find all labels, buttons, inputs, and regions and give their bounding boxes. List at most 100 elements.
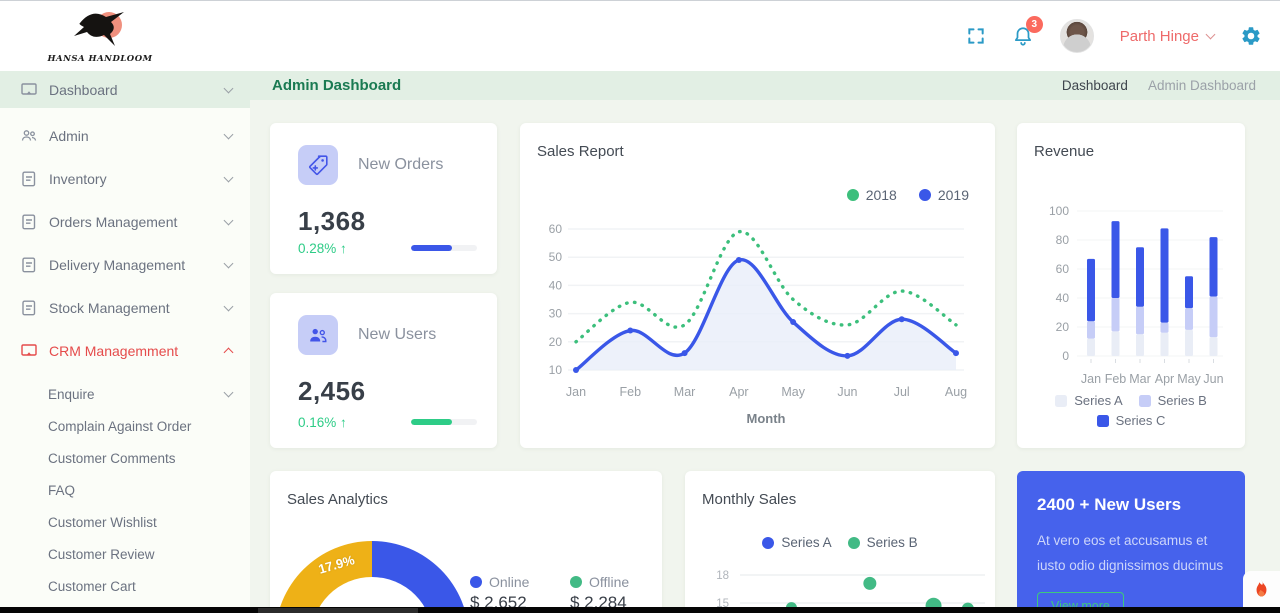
promo-card: 2400 + New Users At vero eos et accusamu… — [1017, 471, 1245, 613]
breadcrumb: Dashboard Admin Dashboard — [1062, 78, 1256, 93]
legend-item-series-c[interactable]: Series C — [1097, 413, 1166, 428]
sidebar-item-label: CRM Managemment — [49, 343, 178, 359]
svg-text:18: 18 — [716, 570, 729, 582]
submenu-item-enquire[interactable]: Enquire — [0, 378, 250, 410]
sidebar: Dashboard Admin Inventory Orders Managem… — [0, 71, 250, 613]
sidebar-item-delivery-management[interactable]: Delivery Management — [0, 243, 250, 286]
user-menu[interactable]: Parth Hinge — [1120, 28, 1214, 45]
document-icon — [20, 170, 38, 188]
sidebar-item-label: Orders Management — [49, 214, 177, 230]
arrow-up-icon: ↑ — [340, 241, 347, 256]
notification-count-badge: 3 — [1026, 16, 1043, 33]
sidebar-item-label: Delivery Management — [49, 257, 185, 273]
sidebar-item-orders-management[interactable]: Orders Management — [0, 200, 250, 243]
stat-change: 0.16% ↑ — [298, 415, 347, 430]
brand-name: HANSA HANDLOOM — [40, 54, 160, 64]
breadcrumb-current: Admin Dashboard — [1148, 78, 1256, 93]
page-title: Admin Dashboard — [272, 77, 401, 94]
svg-text:Jan: Jan — [1081, 372, 1101, 386]
progress-bar — [411, 245, 477, 251]
sidebar-item-stock-management[interactable]: Stock Management — [0, 286, 250, 329]
svg-text:20: 20 — [1056, 320, 1070, 334]
submenu-item-customer-comments[interactable]: Customer Comments — [0, 442, 250, 474]
legend-item-series-b[interactable]: Series B — [1139, 393, 1207, 408]
revenue-legend: Series A Series B Series C — [1017, 393, 1245, 428]
sales-analytics-donut-chart — [275, 541, 469, 613]
submenu-item-faq[interactable]: FAQ — [0, 474, 250, 506]
stat-value: 2,456 — [298, 376, 366, 407]
document-icon — [20, 213, 38, 231]
svg-text:Jun: Jun — [1203, 372, 1223, 386]
sales-report-card: Sales Report 2018 2019 102030405060JanFe… — [520, 123, 995, 448]
user-avatar[interactable] — [1060, 19, 1094, 53]
tag-plus-icon — [298, 145, 338, 185]
new-orders-card: New Orders 1,368 0.28% ↑ — [270, 123, 497, 274]
chevron-down-icon — [224, 83, 234, 93]
submenu-item-customer-cart[interactable]: Customer Cart — [0, 570, 250, 602]
chevron-down-icon — [1206, 30, 1216, 40]
arrow-up-icon: ↑ — [340, 415, 347, 430]
submenu-item-complain-against-order[interactable]: Complain Against Order — [0, 410, 250, 442]
submenu-item-label: Enquire — [48, 387, 95, 402]
svg-text:40: 40 — [549, 278, 563, 292]
svg-text:30: 30 — [549, 307, 563, 321]
legend-item-series-a[interactable]: Series A — [1055, 393, 1122, 408]
sidebar-item-dashboard[interactable]: Dashboard — [0, 71, 250, 108]
svg-text:Jan: Jan — [566, 385, 586, 399]
promo-title: 2400 + New Users — [1037, 495, 1225, 515]
svg-text:Mar: Mar — [674, 385, 696, 399]
sidebar-item-inventory[interactable]: Inventory — [0, 157, 250, 200]
sidebar-item-admin[interactable]: Admin — [0, 114, 250, 157]
submenu-item-label: Complain Against Order — [48, 419, 191, 434]
svg-text:10: 10 — [549, 363, 563, 377]
svg-text:60: 60 — [1056, 262, 1070, 276]
document-icon — [20, 256, 38, 274]
breadcrumb-link-dashboard[interactable]: Dashboard — [1062, 78, 1128, 93]
sidebar-item-label: Inventory — [49, 171, 107, 187]
sidebar-item-crm-management[interactable]: CRM Managemment — [0, 329, 250, 372]
svg-text:May: May — [1177, 372, 1201, 386]
fullscreen-icon[interactable] — [966, 26, 986, 46]
bottom-bar — [0, 607, 1280, 613]
stat-title: New Orders — [358, 156, 443, 174]
submenu-item-customer-wishlist[interactable]: Customer Wishlist — [0, 506, 250, 538]
submenu-item-label: Customer Cart — [48, 579, 136, 594]
svg-text:100: 100 — [1049, 204, 1069, 218]
settings-gear-icon[interactable] — [1240, 25, 1262, 47]
users-icon — [298, 315, 338, 355]
revenue-card: Revenue 020406080100JanFebMarAprMayJun S… — [1017, 123, 1245, 448]
promo-body: At vero eos et accusamus et iusto odio d… — [1037, 529, 1225, 579]
sales-report-line-chart: 102030405060JanFebMarAprMayJunJulAug — [520, 123, 995, 448]
monitor-icon — [20, 342, 38, 360]
sidebar-item-label: Stock Management — [49, 300, 170, 316]
users-icon — [20, 127, 38, 145]
svg-text:Apr: Apr — [729, 385, 748, 399]
brand-logo[interactable]: HANSA HANDLOOM — [40, 5, 160, 64]
debug-toolbar-toggle[interactable] — [1243, 571, 1280, 608]
submenu-item-label: Customer Comments — [48, 451, 176, 466]
x-axis-label: Month — [576, 411, 956, 426]
monthly-sales-card: Monthly Sales Series A Series B 1815 — [685, 471, 995, 613]
sidebar-item-label: Dashboard — [49, 82, 118, 98]
svg-text:Aug: Aug — [945, 385, 967, 399]
legend-item-online: Online — [470, 574, 529, 590]
submenu-item-label: Customer Review — [48, 547, 155, 562]
svg-text:Jul: Jul — [894, 385, 910, 399]
svg-text:Feb: Feb — [1105, 372, 1127, 386]
svg-text:Jun: Jun — [837, 385, 857, 399]
admin-dashboard-screen: HANSA HANDLOOM 3 Parth Hinge Dashboard — [0, 0, 1280, 613]
legend-item-offline: Offline — [570, 574, 629, 590]
chevron-down-icon — [224, 301, 234, 311]
submenu-item-customer-review[interactable]: Customer Review — [0, 538, 250, 570]
svg-text:Mar: Mar — [1129, 372, 1151, 386]
chart-title: Sales Analytics — [287, 491, 388, 508]
topbar-actions: 3 Parth Hinge — [966, 1, 1262, 71]
svg-text:40: 40 — [1056, 291, 1070, 305]
sales-analytics-card: Sales Analytics 17.9% Online Offline $ 2… — [270, 471, 662, 613]
crm-submenu: Enquire Complain Against Order Customer … — [0, 378, 250, 602]
svg-text:50: 50 — [549, 250, 563, 264]
notifications-bell-icon[interactable]: 3 — [1012, 25, 1034, 47]
svg-text:80: 80 — [1056, 233, 1070, 247]
progress-bar — [411, 419, 477, 425]
chevron-down-icon — [224, 388, 234, 398]
